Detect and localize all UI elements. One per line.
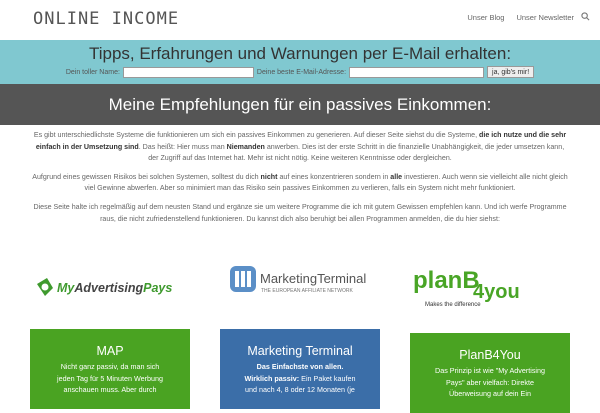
main-nav: Unser Blog Unser Newsletter — [467, 13, 574, 22]
card-title: Marketing Terminal — [247, 344, 353, 358]
card-map[interactable]: MAP Nicht ganz passiv, da man sich jeden… — [30, 329, 190, 409]
card-body: Das Prinzip ist wie "My Advertising Pays… — [435, 366, 545, 399]
nav-item-blog[interactable]: Unser Blog — [467, 13, 504, 22]
marketingterminal-logo[interactable]: MarketingTerminal THE EUROPEAN AFFILIATE… — [228, 264, 373, 298]
intro-paragraph-3: Diese Seite halte ich regelmäßig auf dem… — [33, 202, 567, 223]
myadvertisingpays-logo[interactable]: MyAdvertisingPays — [33, 266, 185, 306]
card-title: MAP — [96, 344, 124, 358]
name-label: Dein toller Name: — [65, 68, 120, 76]
planb4you-logo[interactable]: planB 4you Makes the difference — [411, 258, 531, 310]
email-field[interactable] — [349, 66, 485, 78]
card-title: PlanB4You — [459, 348, 521, 362]
card-body: Nicht ganz passiv, da man sich jeden Tag… — [56, 362, 164, 395]
intro-paragraph-2: Aufgrund eines gewissen Risikos bei solc… — [32, 172, 568, 193]
site-logo[interactable]: Online Income — [33, 9, 179, 29]
email-label: Deine beste E-Mail-Adresse: — [256, 68, 347, 76]
name-field[interactable] — [122, 66, 254, 78]
signup-form: Dein toller Name: Deine beste E-Mail-Adr… — [0, 66, 600, 78]
svg-text:4you: 4you — [473, 281, 520, 303]
site-header: Online Income Unser Blog Unser Newslette… — [0, 0, 600, 40]
recommendations-banner: Meine Empfehlungen für ein passives Eink… — [0, 84, 600, 125]
svg-text:MyAdvertisingPays: MyAdvertisingPays — [57, 281, 172, 295]
banner-title: Meine Empfehlungen für ein passives Eink… — [108, 95, 492, 114]
search-icon[interactable] — [581, 12, 590, 21]
newsletter-signup: Tipps, Erfahrungen und Warnungen per E-M… — [0, 40, 600, 84]
submit-button[interactable]: ja, gib's mir! — [487, 66, 535, 78]
nav-item-newsletter[interactable]: Unser Newsletter — [516, 13, 574, 22]
svg-text:MarketingTerminal: MarketingTerminal — [260, 271, 366, 286]
intro-text: Es gibt unterschiedlichste Systeme die f… — [32, 130, 568, 232]
svg-text:planB: planB — [413, 267, 480, 294]
signup-title: Tipps, Erfahrungen und Warnungen per E-M… — [88, 44, 512, 63]
card-body: Das Einfachste von allen. Wirklich passi… — [244, 362, 356, 395]
intro-paragraph-1: Es gibt unterschiedlichste Systeme die f… — [33, 131, 567, 163]
svg-text:Makes the difference: Makes the difference — [425, 302, 481, 308]
partner-logos: MyAdvertisingPays MarketingTerminal THE … — [0, 258, 600, 314]
svg-text:THE EUROPEAN AFFILIATE NETWORK: THE EUROPEAN AFFILIATE NETWORK — [261, 288, 354, 294]
card-marketing-terminal[interactable]: Marketing Terminal Das Einfachste von al… — [220, 329, 380, 409]
card-planb4you[interactable]: PlanB4You Das Prinzip ist wie "My Advert… — [410, 333, 570, 413]
